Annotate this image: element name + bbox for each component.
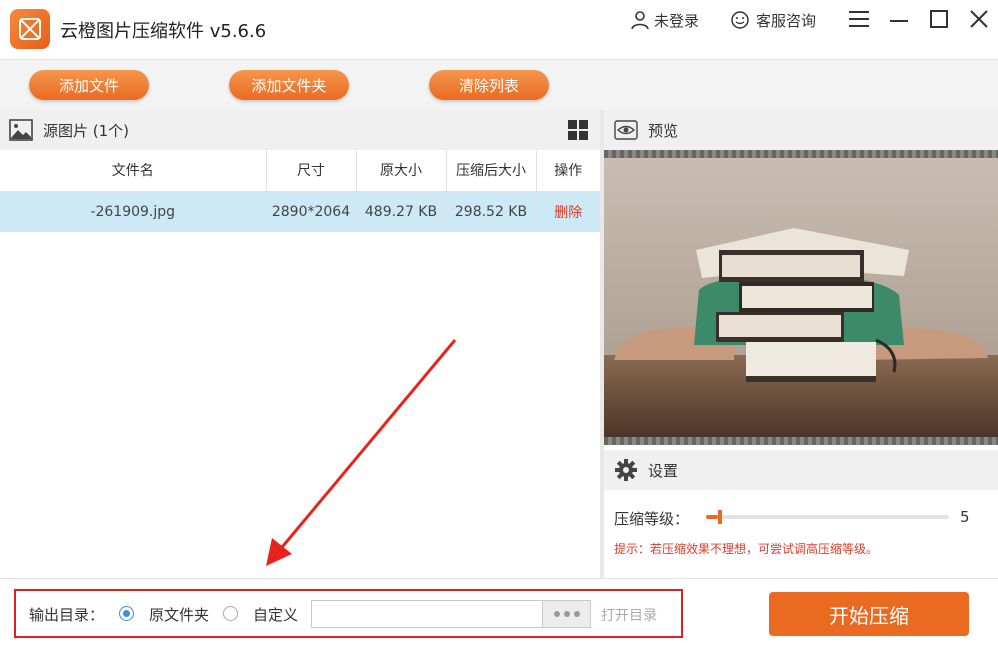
- add-folder-button[interactable]: 添加文件夹: [229, 70, 349, 100]
- close-button[interactable]: [966, 6, 992, 32]
- login-button[interactable]: 未登录: [630, 8, 699, 32]
- add-file-button[interactable]: 添加文件: [29, 70, 149, 100]
- maximize-icon: [930, 10, 948, 28]
- cell-original-size: 489.27 KB: [356, 191, 447, 232]
- settings-header: 设置: [604, 450, 998, 490]
- compression-level-label: 压缩等级：: [614, 510, 690, 528]
- compression-level-slider[interactable]: [706, 510, 949, 524]
- clear-list-button[interactable]: 清除列表: [429, 70, 549, 100]
- start-compress-button[interactable]: 开始压缩: [769, 592, 969, 636]
- column-compressed-size[interactable]: 压缩后大小: [446, 150, 537, 192]
- compression-hint: 提示：若压缩效果不理想，可尝试调高压缩等级。: [614, 542, 879, 556]
- browse-button[interactable]: [542, 600, 591, 628]
- radio-custom-folder[interactable]: [223, 606, 238, 621]
- app-title: 云橙图片压缩软件 v5.6.6: [60, 21, 267, 42]
- app-logo-icon: [10, 9, 50, 49]
- service-label: 客服咨询: [756, 11, 817, 30]
- column-dimensions[interactable]: 尺寸: [266, 150, 357, 192]
- maximize-button[interactable]: [926, 6, 952, 32]
- cell-compressed-size: 298.52 KB: [446, 191, 537, 232]
- cell-dimensions: 2890*2064: [266, 191, 357, 232]
- minimize-icon: [890, 20, 908, 22]
- file-table: 文件名 尺寸 原大小 压缩后大小 操作 -261909.jpg 2890*206…: [0, 150, 600, 232]
- source-images-header: 源图片 (1个): [0, 110, 600, 150]
- settings-title: 设置: [648, 461, 679, 480]
- user-icon: [631, 11, 649, 30]
- menu-icon: [849, 11, 869, 27]
- menu-button[interactable]: [846, 6, 872, 32]
- radio-original-folder[interactable]: [119, 606, 134, 621]
- column-original-size[interactable]: 原大小: [356, 150, 447, 192]
- output-dir-label: 输出目录：: [29, 606, 105, 624]
- custom-folder-label[interactable]: 自定义: [253, 604, 298, 625]
- output-path-input[interactable]: [311, 600, 542, 628]
- eye-icon: [614, 120, 638, 140]
- toolbar: 添加文件 添加文件夹 清除列表: [0, 60, 998, 110]
- source-images-title: 源图片 (1个): [43, 121, 130, 140]
- table-row[interactable]: -261909.jpg 2890*2064 489.27 KB 298.52 K…: [0, 191, 600, 232]
- original-folder-label[interactable]: 原文件夹: [149, 604, 209, 625]
- minimize-button[interactable]: [886, 6, 912, 32]
- title-bar: 云橙图片压缩软件 v5.6.6 未登录 客服咨询: [0, 0, 998, 60]
- preview-header: 预览: [604, 110, 998, 150]
- dot-icon: [573, 611, 580, 617]
- column-filename[interactable]: 文件名: [0, 150, 267, 192]
- column-action: 操作: [536, 150, 600, 192]
- compression-level-value: 5: [960, 508, 970, 526]
- dot-icon: [563, 611, 570, 617]
- slider-thumb[interactable]: [718, 510, 722, 524]
- image-icon: [9, 119, 33, 141]
- preview-title: 预览: [648, 121, 679, 140]
- dot-icon: [553, 611, 560, 617]
- smiley-icon: [731, 11, 749, 29]
- slider-fill: [706, 515, 718, 519]
- customer-service-button[interactable]: 客服咨询: [730, 8, 816, 32]
- grid-view-icon[interactable]: [568, 120, 588, 140]
- delete-link[interactable]: 删除: [554, 205, 582, 221]
- open-directory-link[interactable]: 打开目录: [601, 605, 657, 625]
- table-header-row: 文件名 尺寸 原大小 压缩后大小 操作: [0, 150, 600, 192]
- cell-action: 删除: [536, 191, 600, 232]
- gear-icon: [614, 458, 638, 482]
- cell-filename: -261909.jpg: [0, 191, 267, 232]
- preview-image: [604, 150, 998, 445]
- close-icon: [970, 10, 988, 28]
- login-label: 未登录: [654, 11, 700, 30]
